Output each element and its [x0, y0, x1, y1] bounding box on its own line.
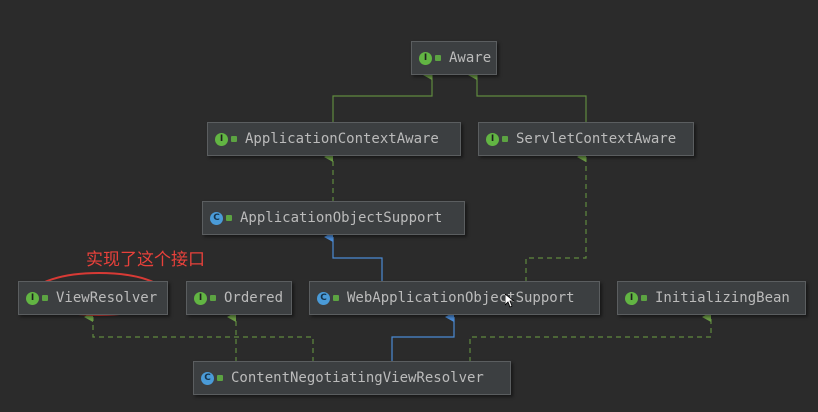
mouse-cursor-icon: [505, 294, 515, 308]
node-content-negotiating-view-resolver[interactable]: C ContentNegotiatingViewResolver: [193, 361, 511, 395]
public-visibility-icon: [333, 295, 339, 301]
edge-cnvr-viewresolver: [84, 312, 314, 362]
node-label: ApplicationObjectSupport: [240, 210, 443, 226]
node-label: WebApplicationObjectSupport: [347, 290, 575, 306]
public-visibility-icon: [210, 295, 216, 301]
node-label: InitializingBean: [655, 290, 790, 306]
public-visibility-icon: [641, 295, 647, 301]
node-label: ContentNegotiatingViewResolver: [231, 370, 484, 386]
node-ordered[interactable]: I Ordered: [186, 281, 292, 315]
edge-servletctxaware-aware: [468, 70, 587, 123]
edge-cnvr-webappobjsupport: [391, 312, 455, 362]
public-visibility-icon: [231, 136, 237, 142]
public-visibility-icon: [502, 136, 508, 142]
edge-webappobjsupport-appobjsupport: [324, 232, 383, 282]
edge-appctxaware-aware: [332, 70, 433, 123]
interface-icon: I: [26, 291, 39, 305]
interface-icon: I: [194, 291, 207, 305]
node-application-context-aware[interactable]: I ApplicationContextAware: [207, 122, 461, 156]
interface-icon: I: [215, 132, 228, 146]
interface-icon: I: [486, 132, 499, 146]
node-label: Aware: [449, 50, 492, 66]
public-visibility-icon: [435, 55, 441, 61]
annotation-text: 实现了这个接口: [86, 250, 205, 270]
node-view-resolver[interactable]: I ViewResolver: [18, 281, 168, 315]
interface-icon: I: [625, 291, 638, 305]
class-icon: C: [201, 371, 214, 385]
node-aware[interactable]: I Aware: [411, 41, 497, 75]
interface-icon: I: [419, 51, 432, 65]
node-label: ApplicationContextAware: [245, 131, 439, 147]
class-icon: C: [210, 211, 223, 225]
public-visibility-icon: [42, 295, 48, 301]
public-visibility-icon: [226, 215, 232, 221]
class-icon: C: [317, 291, 330, 305]
node-application-object-support[interactable]: C ApplicationObjectSupport: [202, 201, 465, 235]
node-web-application-object-support[interactable]: C WebApplicationObjectSupport: [309, 281, 600, 315]
node-label: ServletContextAware: [516, 131, 677, 147]
node-servlet-context-aware[interactable]: I ServletContextAware: [478, 122, 694, 156]
edge-cnvr-initializingbean: [469, 312, 712, 362]
node-initializing-bean[interactable]: I InitializingBean: [617, 281, 806, 315]
node-label: ViewResolver: [56, 290, 158, 306]
edge-webappobjsupport-servletctxaware: [525, 152, 587, 282]
public-visibility-icon: [217, 375, 223, 381]
node-label: Ordered: [224, 290, 284, 306]
